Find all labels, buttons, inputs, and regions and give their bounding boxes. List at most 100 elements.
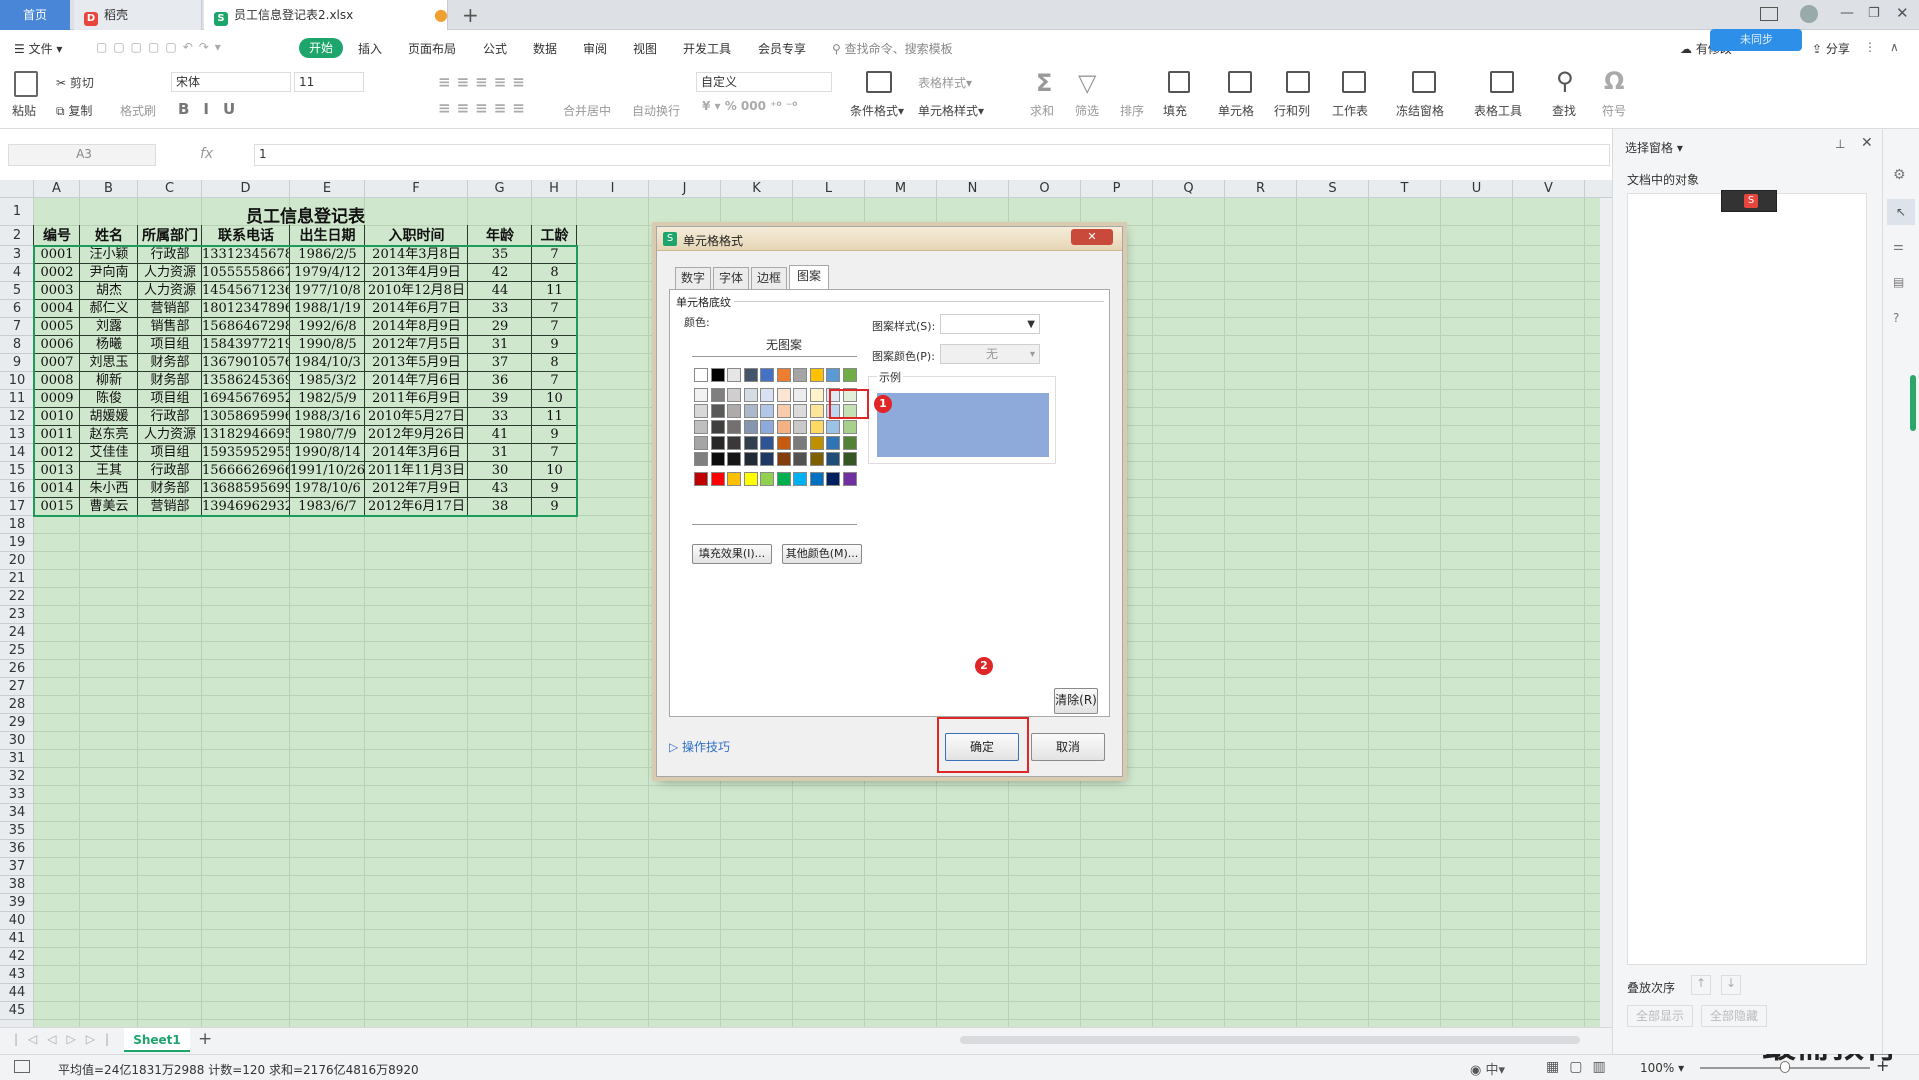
color-swatch[interactable] <box>776 472 791 486</box>
table-header-cell[interactable]: 年龄 <box>468 226 532 246</box>
wrap-text-button[interactable]: 自动换行 <box>632 102 680 119</box>
row-header[interactable]: 2 <box>0 226 34 246</box>
color-swatch[interactable] <box>842 420 857 434</box>
color-swatch[interactable] <box>694 388 708 402</box>
color-swatch[interactable] <box>710 388 725 402</box>
fx-icon[interactable]: fx <box>200 146 213 162</box>
column-header[interactable]: C <box>138 180 202 198</box>
color-swatch[interactable] <box>694 404 708 418</box>
menu-formula[interactable]: 公式 <box>483 40 507 57</box>
view-mode-icons[interactable]: ▦▢▥ <box>1546 1059 1616 1075</box>
paste-button[interactable]: 粘贴 <box>12 102 36 119</box>
row-col-icon[interactable] <box>1286 71 1310 93</box>
find-button[interactable]: 查找 <box>1552 102 1576 119</box>
menu-start[interactable]: 开始 <box>299 38 343 58</box>
color-swatch[interactable] <box>743 404 758 418</box>
row-header[interactable]: 6 <box>0 300 34 318</box>
avatar[interactable] <box>1800 5 1818 23</box>
column-header[interactable]: G <box>468 180 532 198</box>
select-all-corner[interactable] <box>0 180 34 198</box>
fill-icon[interactable] <box>1168 71 1190 93</box>
quick-access-icons[interactable]: ▢▢▢▢▢↶↷▾ <box>96 40 227 54</box>
color-swatch[interactable] <box>710 472 725 486</box>
selection-range[interactable] <box>33 245 578 517</box>
column-header[interactable]: F <box>365 180 468 198</box>
column-header[interactable]: B <box>80 180 138 198</box>
minimize-icon[interactable]: — <box>1840 5 1854 21</box>
color-swatch[interactable] <box>743 452 758 466</box>
row-header[interactable]: 20 <box>0 552 34 570</box>
side-scroll-indicator[interactable] <box>1910 375 1916 431</box>
color-swatch[interactable] <box>809 436 824 450</box>
number-format-select[interactable]: 自定义 <box>696 72 832 92</box>
hide-all-button[interactable]: 全部隐藏 <box>1701 1005 1767 1027</box>
color-swatch[interactable] <box>727 404 741 418</box>
row-header[interactable]: 9 <box>0 354 34 372</box>
color-swatch[interactable] <box>793 452 807 466</box>
row-header[interactable]: 1 <box>0 198 34 226</box>
macro-icon[interactable] <box>14 1060 30 1073</box>
table-header-cell[interactable]: 联系电话 <box>202 226 290 246</box>
menu-review[interactable]: 审阅 <box>583 40 607 57</box>
color-swatch[interactable] <box>793 420 807 434</box>
eye-protect-icon[interactable]: ◉ 中▾ <box>1470 1059 1505 1078</box>
row-header[interactable]: 5 <box>0 282 34 300</box>
format-painter-button[interactable]: 格式刷 <box>120 102 156 119</box>
table-header-cell[interactable]: 出生日期 <box>290 226 365 246</box>
color-swatch[interactable] <box>710 368 725 382</box>
row-header[interactable]: 10 <box>0 372 34 390</box>
row-header[interactable]: 31 <box>0 750 34 768</box>
row-header[interactable]: 26 <box>0 660 34 678</box>
horizontal-scrollbar[interactable] <box>960 1036 1580 1044</box>
menu-insert[interactable]: 插入 <box>358 40 382 57</box>
color-swatch[interactable] <box>743 472 758 486</box>
color-swatch[interactable] <box>842 436 857 450</box>
share-button[interactable]: ⇪ 分享 <box>1812 40 1850 57</box>
pattern-color-select[interactable]: 无 ▾ <box>940 344 1040 364</box>
show-all-button[interactable]: 全部显示 <box>1627 1005 1693 1027</box>
cloud-sync-badge[interactable]: 未同步 <box>1710 29 1802 51</box>
row-header[interactable]: 41 <box>0 930 34 948</box>
table-tools-icon[interactable] <box>1490 71 1514 93</box>
floating-toolbar[interactable]: S <box>1721 190 1777 212</box>
row-header[interactable]: 15 <box>0 462 34 480</box>
row-header[interactable]: 19 <box>0 534 34 552</box>
color-swatch[interactable] <box>826 368 840 382</box>
ok-button[interactable]: 确定 <box>945 733 1019 761</box>
color-swatch[interactable] <box>842 452 857 466</box>
sum-button[interactable]: 求和 <box>1030 102 1054 119</box>
color-swatch[interactable] <box>760 452 774 466</box>
menu-page-layout[interactable]: 页面布局 <box>408 40 456 57</box>
column-header[interactable]: D <box>202 180 290 198</box>
color-swatch[interactable] <box>694 436 708 450</box>
row-header[interactable]: 39 <box>0 894 34 912</box>
table-header-cell[interactable]: 姓名 <box>80 226 138 246</box>
cell-icon[interactable] <box>1228 71 1252 93</box>
color-swatch[interactable] <box>694 368 708 382</box>
color-swatch[interactable] <box>842 368 857 382</box>
color-swatch[interactable] <box>776 404 791 418</box>
color-swatch[interactable] <box>694 472 708 486</box>
column-header[interactable]: U <box>1441 180 1513 198</box>
font-style-icons[interactable]: BIU <box>178 100 249 118</box>
zoom-level[interactable]: 100% ▾ <box>1640 1061 1684 1075</box>
color-swatch[interactable] <box>710 420 725 434</box>
formula-input[interactable]: 1 <box>254 144 1610 166</box>
color-swatch[interactable] <box>760 368 774 382</box>
menu-file[interactable]: ☰ 文件 ▾ <box>14 40 62 57</box>
properties-icon[interactable]: ⚌ <box>1893 239 1904 253</box>
menu-developer[interactable]: 开发工具 <box>683 40 731 57</box>
move-up-icon[interactable]: ↑ <box>1691 975 1711 995</box>
row-header[interactable]: 37 <box>0 858 34 876</box>
find-icon[interactable]: ⚲ <box>1556 67 1574 95</box>
row-header[interactable]: 33 <box>0 786 34 804</box>
row-header[interactable]: 30 <box>0 732 34 750</box>
cancel-button[interactable]: 取消 <box>1031 733 1105 761</box>
menu-data[interactable]: 数据 <box>533 40 557 57</box>
column-header[interactable]: E <box>290 180 365 198</box>
color-swatch[interactable] <box>793 368 807 382</box>
object-list[interactable] <box>1627 193 1867 965</box>
color-swatch[interactable] <box>826 436 840 450</box>
tab-docer[interactable]: D 稻壳 <box>74 0 202 30</box>
sort-button[interactable]: 排序 <box>1120 102 1144 119</box>
